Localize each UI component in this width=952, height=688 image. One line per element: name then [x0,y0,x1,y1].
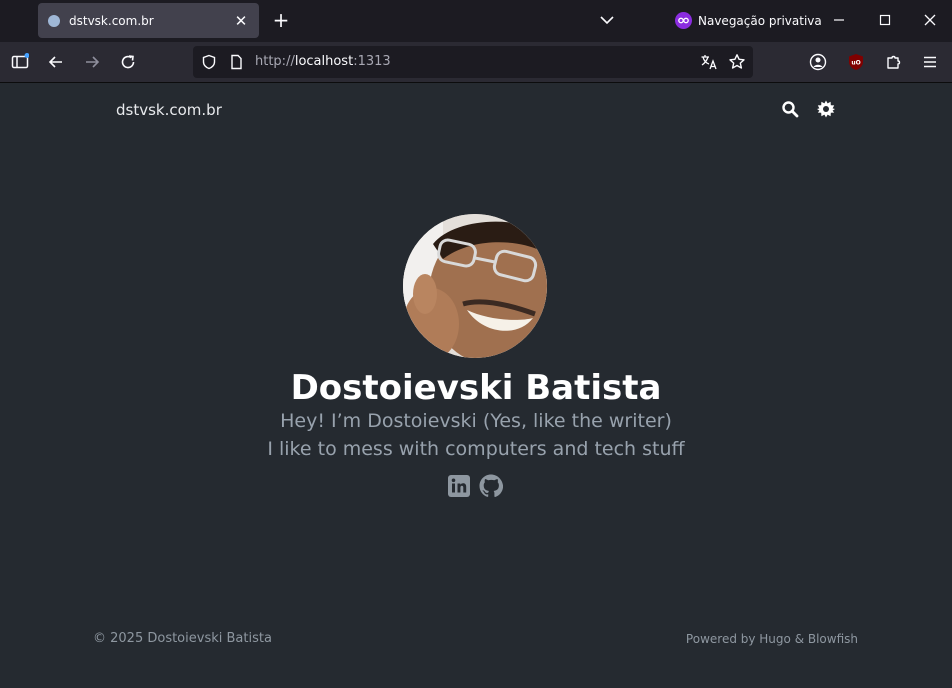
theme-toggle-sun-icon[interactable] [817,100,835,118]
headline-line-2: I like to mess with computers and tech s… [267,438,685,460]
profile-avatar [403,214,547,358]
browser-tabbar: dstvsk.com.br ✕ + Navegação privativa [0,0,952,42]
linkedin-icon[interactable] [447,474,471,498]
url-text[interactable]: http://localhost:1313 [255,54,391,69]
headline-line-1: Hey! I’m Dostoievski (Yes, like the writ… [280,410,672,432]
github-icon[interactable] [479,474,504,498]
url-scheme: http:// [255,54,295,69]
search-icon[interactable] [781,100,799,118]
account-icon[interactable] [809,53,827,71]
footer-copyright: © 2025 Dostoievski Batista [93,631,272,646]
reload-icon[interactable] [119,53,137,71]
close-window-icon[interactable] [920,10,940,30]
minimize-icon[interactable] [829,10,849,30]
tab-title: dstvsk.com.br [69,13,154,28]
private-browsing-indicator: Navegação privativa [675,12,822,29]
url-port: :1313 [353,54,391,69]
maximize-icon[interactable] [875,10,895,30]
svg-text:uO: uO [851,60,860,67]
private-browsing-label: Navegação privativa [698,13,822,28]
tab-favicon-icon [48,14,60,27]
tab-close-icon[interactable]: ✕ [233,12,249,30]
translate-icon[interactable] [700,53,718,71]
ublock-origin-icon[interactable]: uO [847,53,865,71]
url-bar[interactable]: http://localhost:1313 [193,46,753,78]
sidebar-toggle-icon[interactable] [11,53,29,71]
menu-hamburger-icon[interactable] [921,53,939,71]
tracking-shield-icon[interactable] [200,53,218,71]
new-tab-icon[interactable]: + [271,9,291,31]
private-mask-icon [675,12,692,29]
site-title-link[interactable]: dstvsk.com.br [116,101,222,119]
author-name: Dostoievski Batista [290,368,662,408]
footer-powered-by: Powered by Hugo & Blowfish [685,632,858,646]
back-arrow-icon[interactable] [47,53,65,71]
list-all-tabs-chevron-icon[interactable] [598,11,616,29]
url-host: localhost [294,54,354,69]
extensions-puzzle-icon[interactable] [885,53,903,71]
browser-toolbar: http://localhost:1313 uO [0,42,952,83]
bookmark-star-icon[interactable] [728,53,746,71]
page-info-icon[interactable] [227,53,245,71]
browser-tab-active[interactable]: dstvsk.com.br ✕ [38,3,259,38]
forward-arrow-icon[interactable] [83,53,101,71]
